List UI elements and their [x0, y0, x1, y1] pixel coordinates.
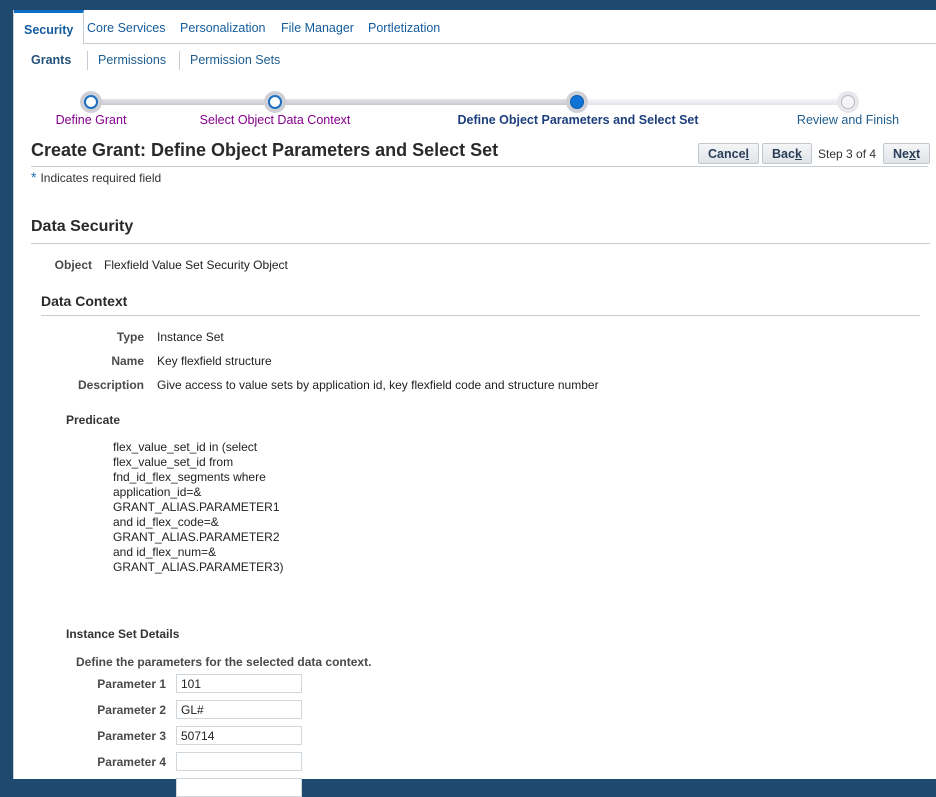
instance-set-details-heading: Instance Set Details — [66, 627, 180, 641]
name-label: Name — [111, 354, 144, 368]
page-title: Create Grant: Define Object Parameters a… — [31, 140, 499, 160]
subtab-divider — [179, 51, 180, 70]
subtab-grants[interactable]: Grants — [31, 48, 71, 72]
subtab-permission-sets[interactable]: Permission Sets — [190, 48, 280, 72]
parameter-3-label: Parameter 3 — [97, 729, 166, 743]
instance-set-hint: Define the parameters for the selected d… — [76, 655, 372, 669]
subtab-divider — [87, 51, 88, 70]
train-stop-review-and-finish — [837, 91, 859, 113]
data-context-heading: Data Context — [41, 293, 128, 309]
type-value: Instance Set — [157, 330, 224, 344]
description-label: Description — [77, 378, 144, 392]
train-label-define-grant[interactable]: Define Grant — [56, 113, 127, 127]
parameter-4-input[interactable] — [176, 752, 302, 771]
predicate-line: GRANT_ALIAS.PARAMETER2 — [113, 530, 280, 544]
train-track-remaining — [578, 99, 848, 105]
cancel-access-key: l — [745, 147, 750, 161]
train-label-select-object-data-context[interactable]: Select Object Data Context — [200, 113, 351, 127]
parameter-1-label: Parameter 1 — [97, 677, 166, 691]
train-stop-select-object-data-context[interactable] — [264, 91, 286, 113]
cancel-button[interactable]: Cancel — [698, 143, 760, 164]
object-label: Object — [54, 258, 92, 272]
step-indicator: Step 3 of 4 — [818, 147, 877, 161]
main-tab-bar: Security Core Services Personalization F… — [14, 10, 936, 45]
name-value: Key flexfield structure — [157, 354, 272, 368]
train-stop-define-object-parameters — [566, 91, 588, 113]
predicate-line: GRANT_ALIAS.PARAMETER1 — [113, 500, 280, 514]
required-field-note: * Indicates required field — [31, 169, 162, 187]
page-content: Security Core Services Personalization F… — [13, 10, 936, 797]
cancel-label: Cance — [708, 147, 746, 161]
section-divider — [41, 315, 920, 316]
next-access-key: x — [908, 147, 916, 161]
predicate-line: fnd_id_flex_segments where — [113, 470, 266, 484]
predicate-line: and id_flex_num=& — [113, 545, 217, 559]
type-label: Type — [116, 330, 144, 344]
subtab-permissions[interactable]: Permissions — [98, 48, 166, 72]
next-label-end: t — [915, 147, 921, 161]
train-label-define-object-parameters: Define Object Parameters and Select Set — [457, 113, 699, 127]
tab-personalization[interactable]: Personalization — [180, 10, 265, 43]
predicate-line: flex_value_set_id from — [113, 455, 234, 469]
next-label: Ne — [893, 147, 909, 161]
predicate-line: application_id=& — [113, 485, 202, 499]
parameter-4-label: Parameter 4 — [97, 755, 166, 769]
section-divider — [31, 243, 930, 244]
object-value: Flexfield Value Set Security Object — [104, 258, 288, 272]
process-train: Define Grant Select Object Data Context … — [14, 88, 936, 132]
parameter-2-label: Parameter 2 — [97, 703, 166, 717]
predicate-line: GRANT_ALIAS.PARAMETER3) — [113, 560, 284, 574]
back-label: Bac — [772, 147, 795, 161]
required-field-text: Indicates required field — [40, 171, 162, 185]
train-track-completed — [90, 99, 578, 105]
back-access-key: k — [794, 147, 802, 161]
parameter-2-input[interactable] — [176, 700, 302, 719]
description-value: Give access to value sets by application… — [157, 378, 599, 392]
predicate-text: flex_value_set_id in (select flex_value_s… — [113, 440, 283, 575]
predicate-line: flex_value_set_id in (select — [113, 440, 258, 454]
predicate-label: Predicate — [66, 413, 121, 427]
data-security-heading: Data Security — [31, 218, 134, 235]
predicate-line: and id_flex_code=& — [113, 515, 219, 529]
parameter-1-input[interactable] — [176, 674, 302, 693]
parameter-3-input[interactable] — [176, 726, 302, 745]
tab-file-manager[interactable]: File Manager — [281, 10, 354, 43]
required-star-icon: * — [31, 169, 37, 185]
train-stop-define-grant[interactable] — [80, 91, 102, 113]
next-button[interactable]: Next — [883, 143, 931, 164]
parameter-5-input[interactable] — [176, 778, 302, 797]
tab-core-services[interactable]: Core Services — [87, 10, 166, 43]
train-label-review-and-finish: Review and Finish — [796, 113, 900, 127]
tab-portletization[interactable]: Portletization — [368, 10, 440, 43]
back-button[interactable]: Back — [762, 143, 812, 164]
tab-security[interactable]: Security — [14, 10, 85, 45]
title-divider — [31, 166, 928, 167]
